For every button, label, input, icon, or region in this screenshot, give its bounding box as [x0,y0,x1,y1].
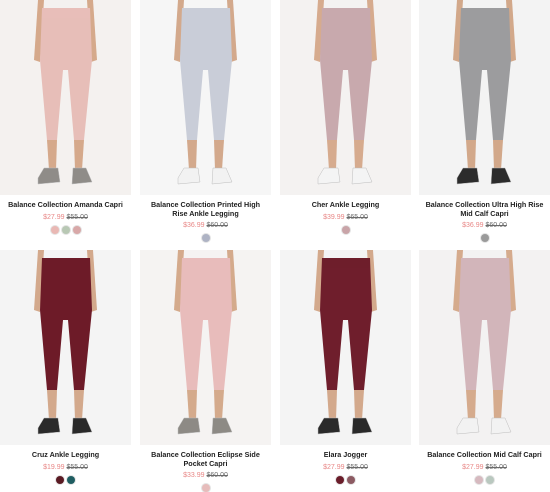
legging-photo [419,0,550,195]
product-title[interactable]: Elara Jogger [284,450,407,460]
price-row: $36.99 $60.00 [140,222,271,230]
product-card[interactable]: Elara Jogger $27.99 $55.00 [280,250,411,484]
product-title[interactable]: Balance Collection Mid Calf Capri [423,450,546,460]
price-row: $27.99 $55.00 [419,464,550,472]
product-image[interactable] [140,250,271,445]
swatch-sage[interactable] [486,475,494,484]
original-price: $60.00 [485,222,507,229]
product-card[interactable]: Balance Collection Amanda Capri $27.99 $5… [0,0,131,234]
sale-price: $39.99 [323,213,345,221]
color-swatches [280,475,411,484]
price-row: $27.99 $55.00 [0,214,131,222]
sale-price: $36.99 [462,222,484,229]
product-grid: Balance Collection Amanda Capri $27.99 $5… [0,0,550,492]
product-image[interactable] [419,250,550,445]
product-image[interactable] [419,0,550,195]
swatch-mauve[interactable] [347,475,355,484]
sale-price: $27.99 [43,213,65,221]
product-title[interactable]: Balance Collection Ultra High Rise Mid C… [423,200,546,218]
color-swatches [280,225,411,234]
color-swatches [419,234,550,242]
legging-photo [140,0,271,195]
color-swatches [0,475,131,484]
product-image[interactable] [280,250,411,445]
swatch-camo-print[interactable] [201,234,210,242]
original-price: $60.00 [206,472,228,479]
product-image[interactable] [0,250,131,445]
product-image[interactable] [140,0,271,195]
price-row: $36.99 $60.00 [419,222,550,230]
original-price: $55.00 [66,213,88,221]
product-card[interactable]: Balance Collection Printed High Rise Ank… [140,0,271,242]
swatch-blush[interactable] [50,225,59,234]
legging-photo [140,250,271,445]
color-swatches [140,484,271,492]
original-price: $55.00 [485,463,507,471]
legging-photo [419,250,550,445]
sale-price: $19.99 [43,463,65,471]
swatch-rose[interactable] [72,225,81,234]
swatch-wine[interactable] [336,475,344,484]
sale-price: $27.99 [462,463,484,471]
color-swatches [419,475,550,484]
sale-price: $36.99 [183,222,205,229]
sale-price: $27.99 [323,463,345,471]
original-price: $55.00 [346,463,368,471]
swatch-mauve[interactable] [341,225,350,234]
product-card[interactable]: Balance Collection Ultra High Rise Mid C… [419,0,550,242]
swatch-sage[interactable] [61,225,70,234]
price-row: $39.99 $65.00 [280,214,411,222]
product-image[interactable] [0,0,131,195]
price-row: $19.99 $55.00 [0,464,131,472]
legging-photo [280,250,411,445]
product-image[interactable] [280,0,411,195]
swatch-wine[interactable] [56,475,64,484]
product-title[interactable]: Balance Collection Printed High Rise Ank… [144,200,267,218]
product-title[interactable]: Cruz Ankle Legging [4,450,127,460]
color-swatches [140,234,271,242]
price-row: $27.99 $55.00 [280,464,411,472]
original-price: $65.00 [346,213,368,221]
legging-photo [280,0,411,195]
product-card[interactable]: Cher Ankle Legging $39.99 $65.00 [280,0,411,234]
swatch-blush[interactable] [201,484,210,492]
swatch-teal[interactable] [67,475,75,484]
product-card[interactable]: Balance Collection Mid Calf Capri $27.99… [419,250,550,484]
original-price: $55.00 [66,463,88,471]
sale-price: $33.99 [183,472,205,479]
product-title[interactable]: Balance Collection Eclipse Side Pocket C… [144,450,267,468]
legging-photo [0,0,131,195]
swatch-grey[interactable] [480,234,489,242]
product-title[interactable]: Cher Ankle Legging [284,200,407,210]
product-card[interactable]: Balance Collection Eclipse Side Pocket C… [140,250,271,492]
original-price: $60.00 [206,222,228,229]
product-card[interactable]: Cruz Ankle Legging $19.99 $55.00 [0,250,131,484]
legging-photo [0,250,131,445]
color-swatches [0,225,131,234]
swatch-mauve[interactable] [475,475,483,484]
product-title[interactable]: Balance Collection Amanda Capri [4,200,127,210]
price-row: $33.99 $60.00 [140,472,271,480]
